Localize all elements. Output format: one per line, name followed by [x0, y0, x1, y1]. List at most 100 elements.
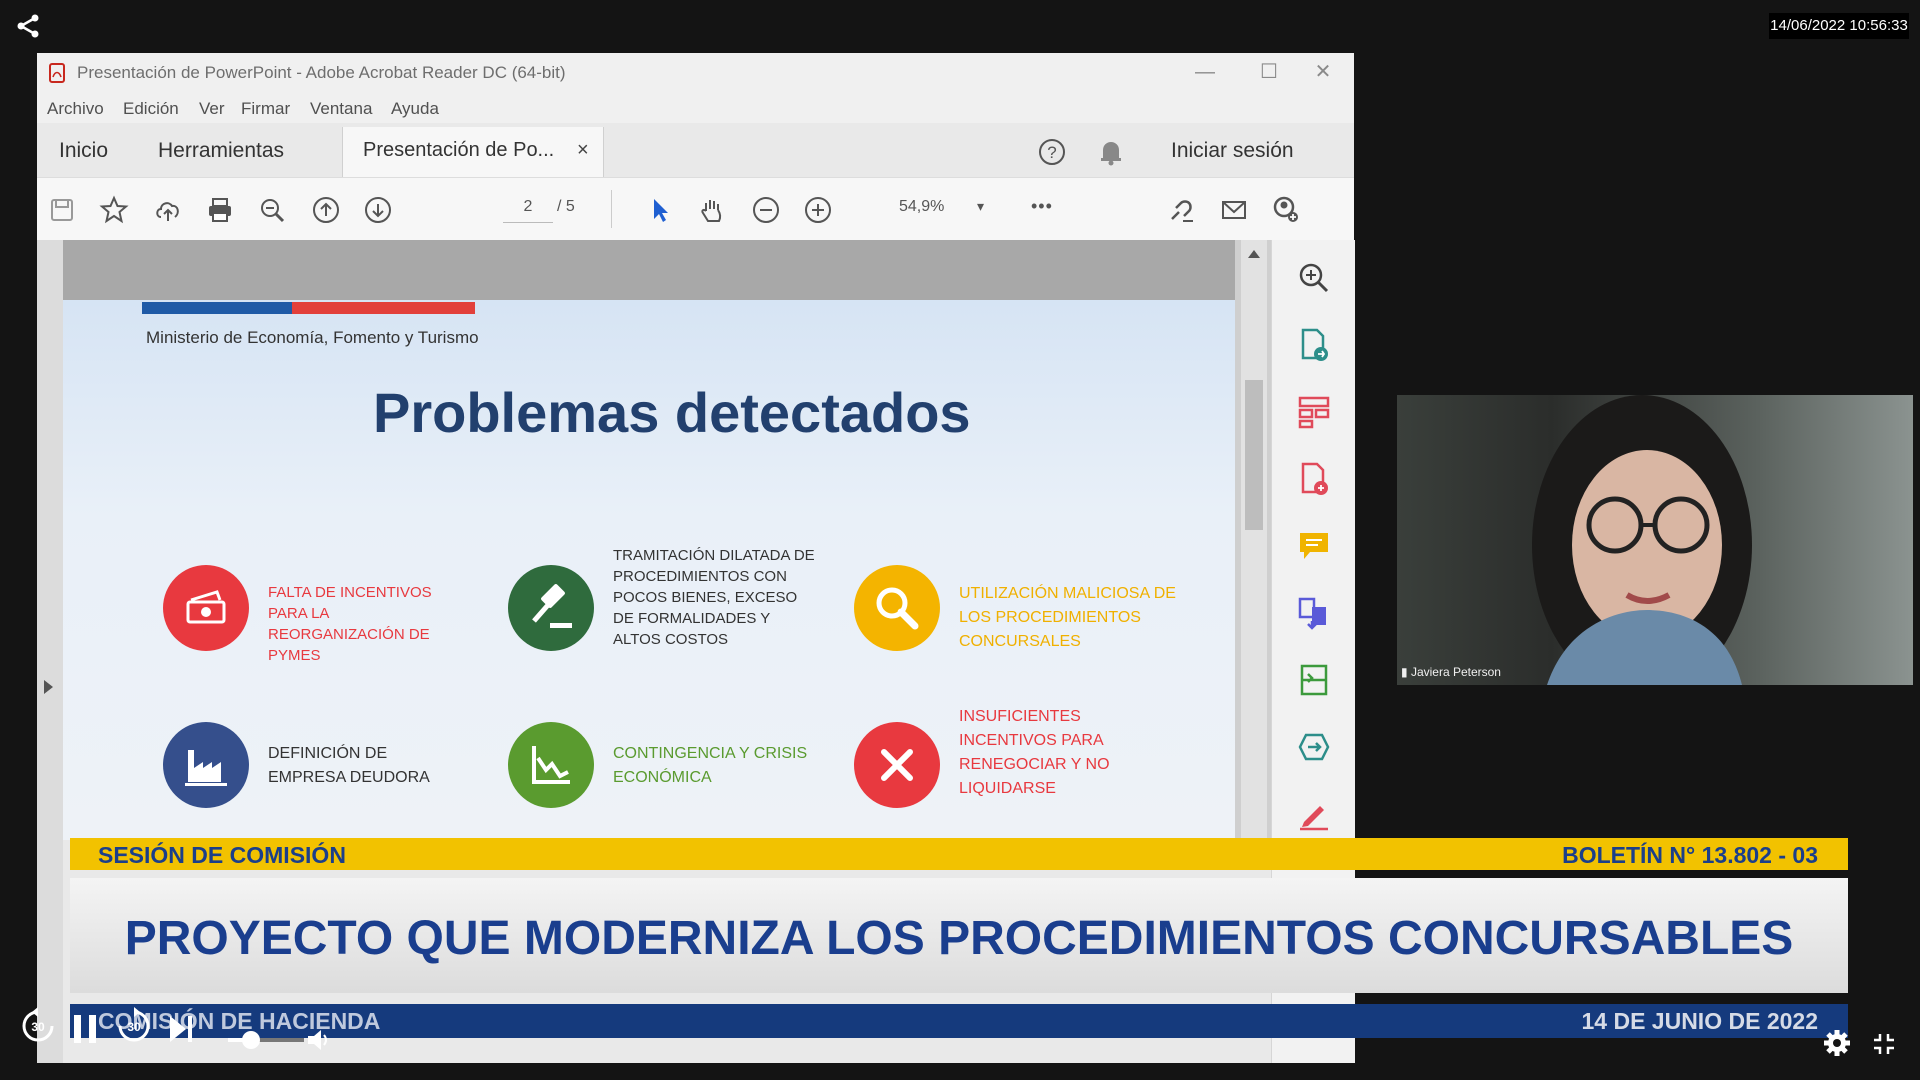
combine-files-icon[interactable] — [1296, 595, 1332, 631]
slide-page: Ministerio de Economía, Fomento y Turism… — [63, 300, 1235, 840]
zoom-level[interactable]: 54,9% — [899, 198, 944, 216]
participant-name-text: Javiera Peterson — [1410, 665, 1501, 679]
participant-name: ▮ Javiera Peterson — [1401, 665, 1501, 679]
next-icon[interactable] — [166, 1012, 196, 1046]
page-down-icon[interactable] — [363, 195, 393, 225]
bell-icon[interactable] — [1097, 137, 1125, 167]
link-sign-icon[interactable] — [1167, 195, 1197, 225]
settings-icon[interactable] — [1822, 1028, 1852, 1058]
svg-text:30: 30 — [31, 1020, 45, 1034]
zoom-out-search-icon[interactable] — [257, 195, 287, 225]
menu-edicion[interactable]: Edición — [123, 99, 179, 119]
item-text-4: DEFINICIÓN DE EMPRESA DEUDORA — [268, 745, 430, 786]
committee-banner: COMISIÓN DE HACIENDA 14 DE JUNIO DE 2022 — [70, 1004, 1848, 1038]
page-total: / 5 — [557, 198, 575, 215]
toolbar: 2 / 5 54,9% ▾ ••• — [37, 177, 1354, 241]
cloud-upload-icon[interactable] — [153, 195, 183, 225]
save-icon[interactable] — [47, 195, 77, 225]
page-top-gap — [63, 240, 1235, 300]
acrobat-logo-icon — [49, 63, 65, 83]
flag-bar-blue — [142, 302, 292, 314]
vertical-scrollbar[interactable] — [1241, 240, 1267, 840]
left-panel-toggle[interactable] — [37, 240, 63, 1063]
fill-sign-icon[interactable] — [1296, 796, 1332, 832]
menu-ayuda[interactable]: Ayuda — [391, 99, 439, 119]
factory-icon — [163, 722, 249, 808]
sign-in-link[interactable]: Iniciar sesión — [1171, 139, 1294, 163]
flag-bar-red — [292, 302, 475, 314]
volume-slider-knob[interactable] — [241, 1031, 260, 1049]
hand-tool-icon[interactable] — [697, 195, 727, 225]
tab-document[interactable]: Presentación de Po... × — [342, 127, 604, 177]
star-icon[interactable] — [99, 195, 129, 225]
close-window-button[interactable]: ✕ — [1301, 57, 1345, 87]
session-label: SESIÓN DE COMISIÓN — [98, 842, 346, 868]
scroll-up-arrow-icon[interactable] — [1248, 250, 1260, 258]
document-view[interactable]: Ministerio de Economía, Fomento y Turism… — [63, 240, 1300, 840]
webcam-video: ▮ Javiera Peterson — [1397, 395, 1913, 685]
exit-fullscreen-icon[interactable] — [1872, 1032, 1896, 1056]
chevron-down-icon[interactable]: ▾ — [977, 198, 984, 215]
window-title: Presentación de PowerPoint - Adobe Acrob… — [77, 63, 566, 82]
maximize-button[interactable]: ☐ — [1247, 57, 1291, 87]
page-number-input[interactable]: 2 — [503, 198, 553, 223]
chevron-right-icon — [44, 680, 53, 694]
magnifier-icon — [854, 565, 940, 651]
date-label: 14 DE JUNIO DE 2022 — [1581, 1008, 1818, 1034]
item-text-1: FALTA DE INCENTIVOS PARA LA REORGANIZACI… — [268, 584, 432, 664]
menu-ventana[interactable]: Ventana — [310, 99, 372, 119]
zoom-out-icon[interactable] — [751, 195, 781, 225]
send-for-review-icon[interactable] — [1296, 729, 1332, 765]
ministry-label: Ministerio de Economía, Fomento y Turism… — [146, 328, 479, 347]
bulletin-label: BOLETÍN N° 13.802 - 03 — [1562, 842, 1818, 868]
money-icon — [163, 565, 249, 651]
zoom-search-icon[interactable] — [1296, 260, 1332, 296]
compress-pdf-icon[interactable] — [1296, 662, 1332, 698]
organize-pages-icon[interactable] — [1296, 394, 1332, 430]
tab-herramientas[interactable]: Herramientas — [158, 139, 284, 163]
create-pdf-icon[interactable] — [1296, 461, 1332, 497]
email-icon[interactable] — [1219, 195, 1249, 225]
item-text-5: CONTINGENCIA Y CRISIS ECONÓMICA — [613, 745, 808, 786]
scrollbar-thumb[interactable] — [1245, 380, 1263, 530]
volume-icon[interactable] — [306, 1028, 332, 1052]
item-text-6: INSUFICIENTES INCENTIVOS PARA RENEGOCIAR… — [959, 708, 1110, 797]
minimize-button[interactable]: — — [1183, 57, 1227, 87]
declining-chart-icon — [508, 722, 594, 808]
select-cursor-icon[interactable] — [645, 195, 675, 225]
item-text-3: UTILIZACIÓN MALICIOSA DE LOS PROCEDIMIEN… — [959, 585, 1176, 650]
tab-bar: Inicio Herramientas Presentación de Po..… — [37, 125, 1354, 177]
participant-silhouette — [1532, 395, 1752, 685]
share-icon[interactable] — [14, 12, 42, 40]
forward-30-icon[interactable]: 30 — [114, 1006, 154, 1046]
add-user-icon[interactable] — [1271, 195, 1301, 225]
page-up-icon[interactable] — [311, 195, 341, 225]
svg-text:30: 30 — [127, 1020, 141, 1034]
tab-inicio[interactable]: Inicio — [59, 139, 108, 163]
close-tab-icon[interactable]: × — [577, 139, 589, 162]
more-tools-icon[interactable]: ••• — [1031, 196, 1053, 217]
signal-icon: ▮ — [1401, 665, 1411, 679]
x-mark-icon — [854, 722, 940, 808]
comment-icon[interactable] — [1296, 528, 1332, 564]
menu-bar: Archivo Edición Ver Firmar Ventana Ayuda — [37, 93, 1354, 123]
menu-ver[interactable]: Ver — [199, 99, 225, 119]
help-icon[interactable]: ? — [1037, 137, 1067, 167]
volume-slider[interactable] — [228, 1031, 304, 1049]
gavel-icon — [508, 565, 594, 651]
item-text-2: TRAMITACIÓN DILATADA DE PROCEDIMIENTOS C… — [613, 547, 815, 648]
menu-archivo[interactable]: Archivo — [47, 99, 104, 119]
session-banner: SESIÓN DE COMISIÓN BOLETÍN N° 13.802 - 0… — [70, 838, 1848, 870]
pause-icon[interactable] — [70, 1012, 100, 1046]
zoom-in-icon[interactable] — [803, 195, 833, 225]
slide-title: Problemas detectados — [373, 381, 971, 444]
headline-text: PROYECTO QUE MODERNIZA LOS PROCEDIMIENTO… — [124, 912, 1794, 965]
toolbar-divider — [611, 190, 612, 228]
rewind-30-icon[interactable]: 30 — [18, 1006, 58, 1046]
print-icon[interactable] — [205, 195, 235, 225]
headline-banner: PROYECTO QUE MODERNIZA LOS PROCEDIMIENTO… — [70, 878, 1848, 993]
export-pdf-icon[interactable] — [1296, 327, 1332, 363]
title-bar: Presentación de PowerPoint - Adobe Acrob… — [37, 53, 1354, 93]
tab-document-label: Presentación de Po... — [363, 139, 555, 161]
menu-firmar[interactable]: Firmar — [241, 99, 290, 119]
